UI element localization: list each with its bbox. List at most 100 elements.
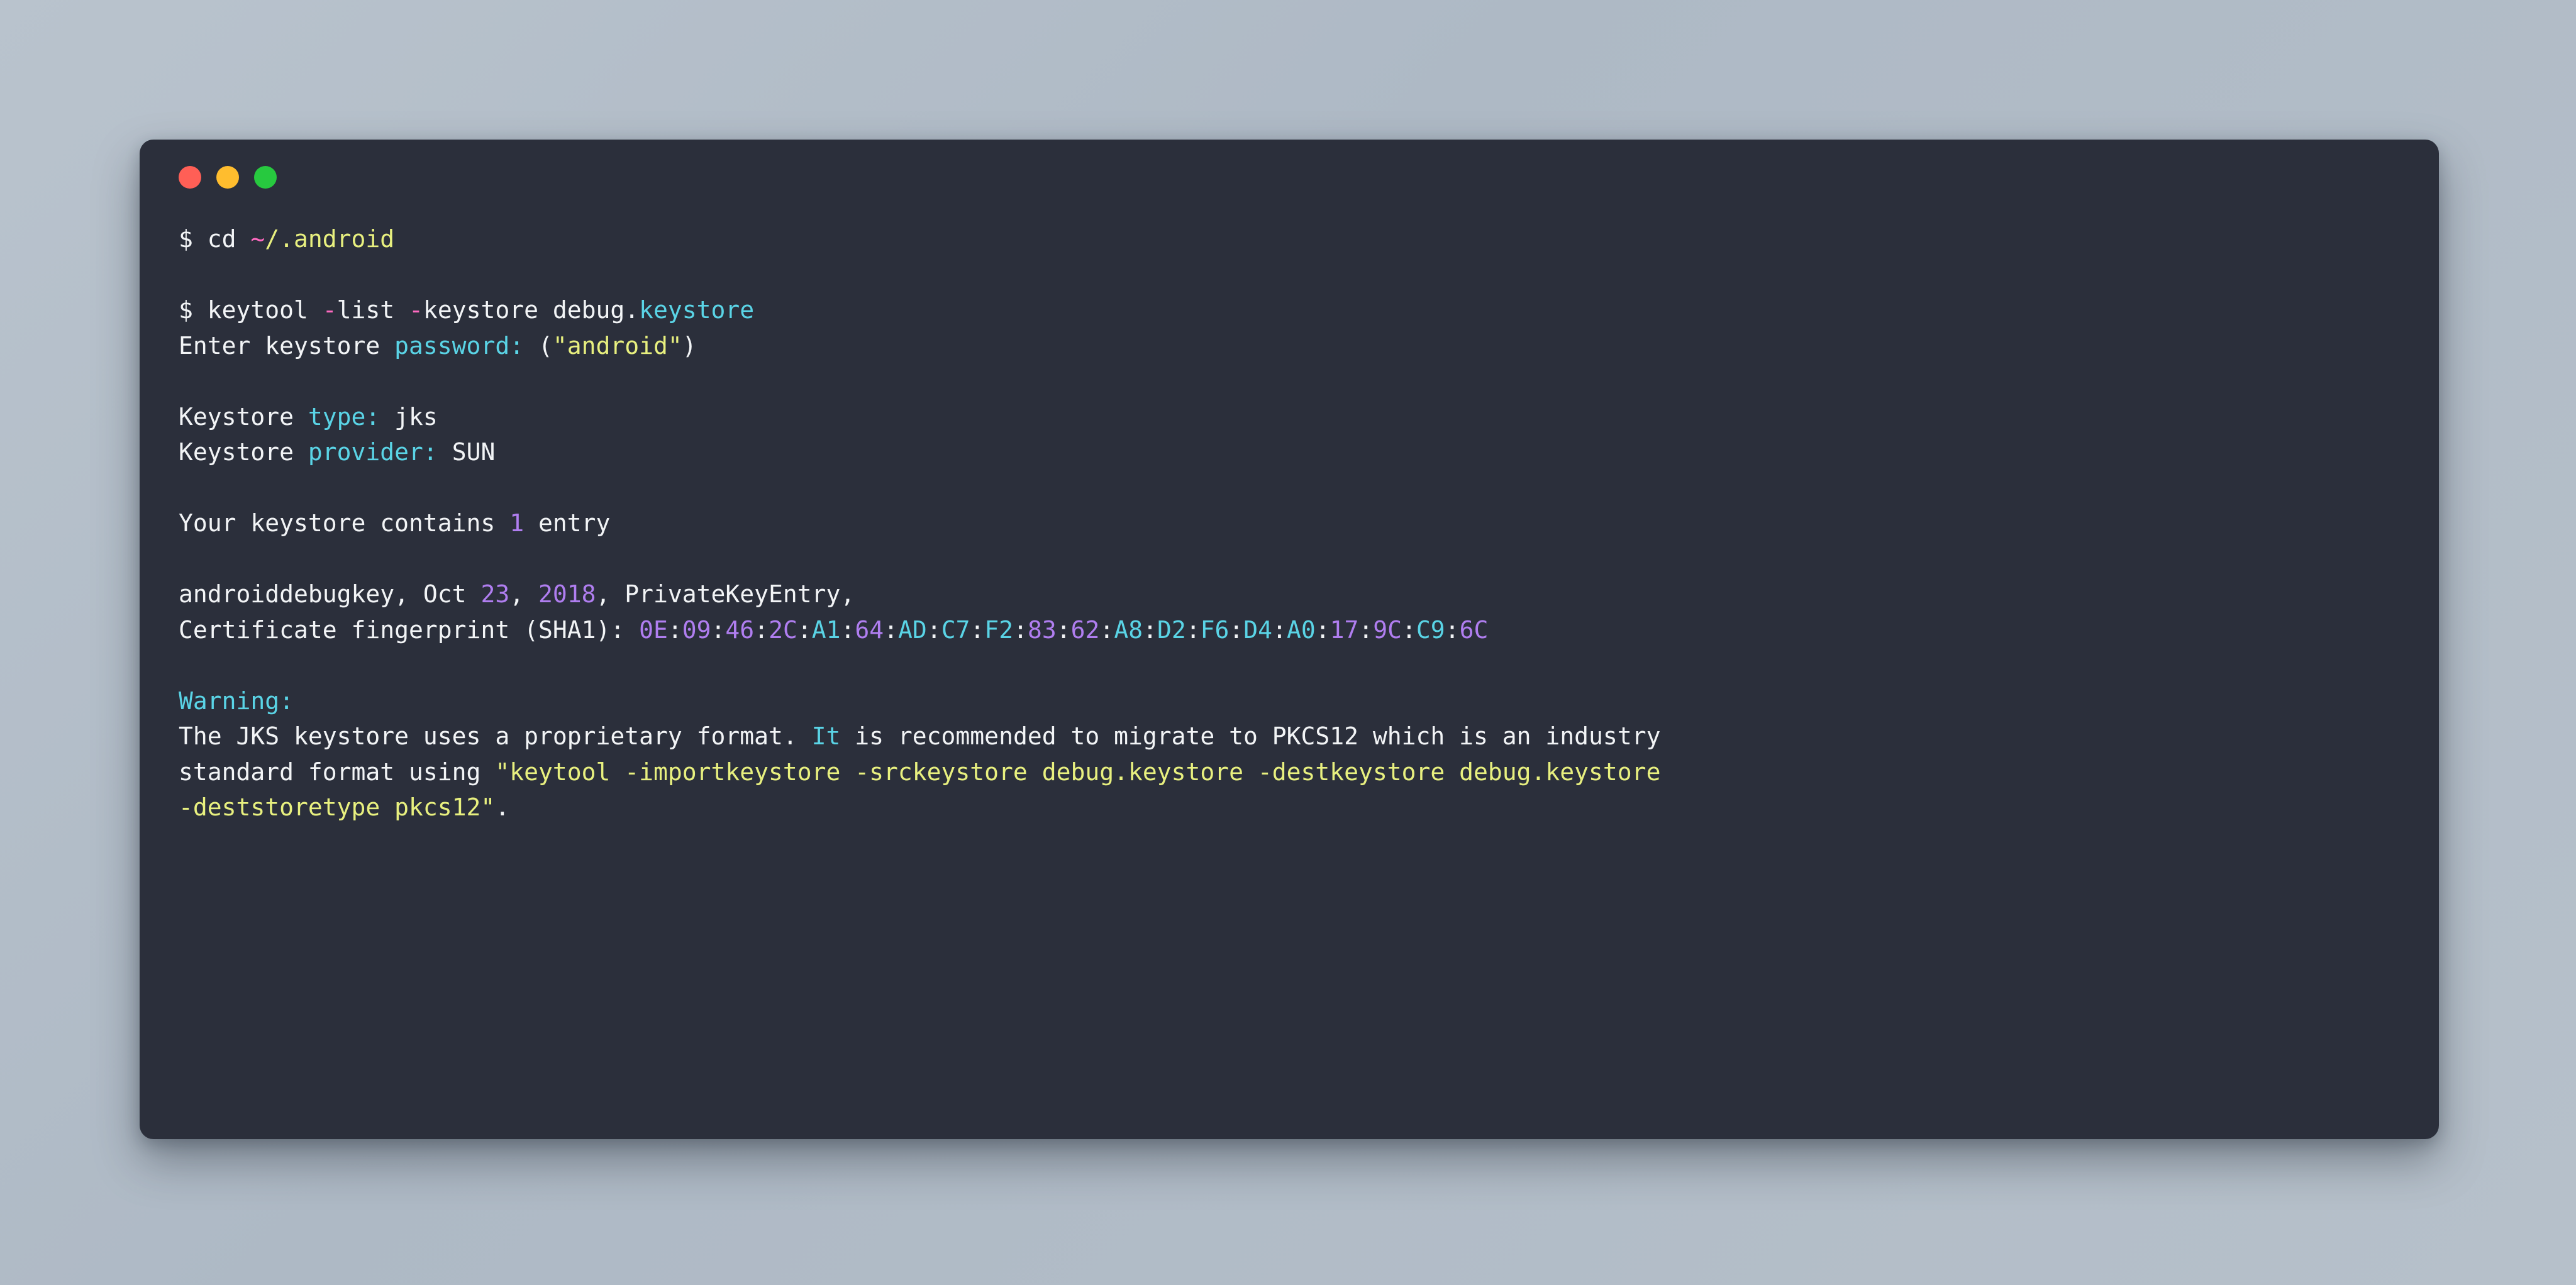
line-alias-entry-token-3: 2018 bbox=[538, 580, 596, 608]
line-certificate-fingerprint-token-30: : bbox=[1272, 615, 1287, 644]
line-enter-password-token-1: password: bbox=[394, 331, 525, 360]
line-keytool-command-token-3: - bbox=[409, 296, 423, 324]
line-certificate-fingerprint-token-15: C7 bbox=[941, 615, 970, 644]
line-entry-count-token-1: 1 bbox=[509, 509, 525, 537]
line-blank-4 bbox=[179, 541, 2406, 577]
line-certificate-fingerprint-token-21: 62 bbox=[1070, 615, 1100, 644]
line-certificate-fingerprint-token-28: : bbox=[1229, 615, 1244, 644]
line-keystore-type-token-2: jks bbox=[380, 402, 438, 431]
line-certificate-fingerprint-token-26: : bbox=[1185, 615, 1201, 644]
line-certificate-fingerprint-token-25: D2 bbox=[1157, 615, 1186, 644]
minimize-button[interactable] bbox=[216, 166, 239, 189]
line-keytool-command-token-4: keystore debug. bbox=[423, 296, 640, 324]
line-enter-password: Enter keystore password: ("android") bbox=[179, 328, 2406, 364]
line-blank-2 bbox=[179, 363, 2406, 399]
line-alias-entry-token-2: , bbox=[509, 580, 538, 608]
line-warning-body-3: -deststoretype pkcs12". bbox=[179, 790, 2406, 825]
line-alias-entry: androiddebugkey, Oct 23, 2018, PrivateKe… bbox=[179, 576, 2406, 612]
line-certificate-fingerprint-token-0: Certificate fingerprint (SHA1): bbox=[179, 615, 640, 644]
line-certificate-fingerprint-token-17: F2 bbox=[984, 615, 1014, 644]
line-certificate-fingerprint-token-16: : bbox=[970, 615, 985, 644]
line-cd-command-token-0: $ cd bbox=[179, 225, 251, 253]
line-certificate-fingerprint-token-3: 09 bbox=[682, 615, 711, 644]
line-keystore-provider: Keystore provider: SUN bbox=[179, 434, 2406, 470]
line-certificate-fingerprint-token-12: : bbox=[884, 615, 899, 644]
line-enter-password-token-3: "android" bbox=[552, 331, 682, 360]
line-enter-password-token-2: ( bbox=[524, 331, 553, 360]
line-certificate-fingerprint-token-36: : bbox=[1402, 615, 1416, 644]
terminal-window[interactable]: $ cd ~/.android $ keytool -list -keystor… bbox=[140, 140, 2439, 1139]
line-certificate-fingerprint-token-2: : bbox=[667, 615, 682, 644]
line-certificate-fingerprint-token-31: A0 bbox=[1286, 615, 1316, 644]
line-certificate-fingerprint-token-14: : bbox=[926, 615, 941, 644]
maximize-button[interactable] bbox=[254, 166, 277, 189]
line-warning-body-2-token-1: "keytool -importkeystore -srckeystore de… bbox=[495, 758, 1661, 786]
line-warning-header-token-0: Warning: bbox=[179, 687, 294, 715]
line-certificate-fingerprint-token-39: 6C bbox=[1459, 615, 1489, 644]
line-certificate-fingerprint-token-4: : bbox=[711, 615, 726, 644]
line-certificate-fingerprint-token-34: : bbox=[1358, 615, 1374, 644]
desktop-background: $ cd ~/.android $ keytool -list -keystor… bbox=[0, 0, 2576, 1285]
line-warning-body-2: standard format using "keytool -importke… bbox=[179, 754, 2406, 790]
line-certificate-fingerprint-token-19: 83 bbox=[1028, 615, 1057, 644]
line-keystore-provider-token-1: provider: bbox=[308, 438, 438, 466]
line-blank-3 bbox=[179, 470, 2406, 506]
line-cd-command-token-2: /.android bbox=[265, 225, 395, 253]
line-blank-5 bbox=[179, 648, 2406, 683]
line-enter-password-token-4: ) bbox=[682, 331, 697, 360]
line-certificate-fingerprint-token-9: A1 bbox=[811, 615, 841, 644]
line-entry-count-token-0: Your keystore contains bbox=[179, 509, 510, 537]
line-certificate-fingerprint-token-5: 46 bbox=[725, 615, 755, 644]
line-certificate-fingerprint: Certificate fingerprint (SHA1): 0E:09:46… bbox=[179, 612, 2406, 648]
line-certificate-fingerprint-token-22: : bbox=[1099, 615, 1114, 644]
line-certificate-fingerprint-token-1: 0E bbox=[639, 615, 668, 644]
line-alias-entry-token-4: , PrivateKeyEntry, bbox=[596, 580, 855, 608]
line-certificate-fingerprint-token-33: 17 bbox=[1330, 615, 1359, 644]
line-keytool-command-token-2: list bbox=[336, 296, 409, 324]
line-certificate-fingerprint-token-8: : bbox=[797, 615, 812, 644]
line-enter-password-token-0: Enter keystore bbox=[179, 331, 395, 360]
line-alias-entry-token-0: androiddebugkey, Oct bbox=[179, 580, 481, 608]
line-certificate-fingerprint-token-6: : bbox=[754, 615, 769, 644]
line-certificate-fingerprint-token-29: D4 bbox=[1243, 615, 1273, 644]
close-button[interactable] bbox=[179, 166, 201, 189]
line-keystore-type: Keystore type: jks bbox=[179, 399, 2406, 435]
line-certificate-fingerprint-token-35: 9C bbox=[1373, 615, 1402, 644]
terminal-titlebar[interactable] bbox=[140, 140, 2439, 215]
terminal-output[interactable]: $ cd ~/.android $ keytool -list -keystor… bbox=[140, 215, 2439, 1139]
line-certificate-fingerprint-token-24: : bbox=[1143, 615, 1157, 644]
window-controls bbox=[179, 166, 277, 189]
line-warning-body-1-token-0: The JKS keystore uses a proprietary form… bbox=[179, 722, 812, 750]
line-keytool-command-token-1: - bbox=[322, 296, 337, 324]
line-warning-body-1-token-2: is recommended to migrate to PKCS12 whic… bbox=[840, 722, 1661, 750]
line-cd-command-token-1: ~ bbox=[250, 225, 265, 253]
line-warning-body-2-token-0: standard format using bbox=[179, 758, 496, 786]
line-keytool-command-token-0: $ keytool bbox=[179, 296, 323, 324]
line-keystore-type-token-1: type: bbox=[308, 402, 380, 431]
line-certificate-fingerprint-token-11: 64 bbox=[855, 615, 884, 644]
line-blank-1 bbox=[179, 257, 2406, 293]
line-cd-command: $ cd ~/.android bbox=[179, 221, 2406, 257]
line-certificate-fingerprint-token-37: C9 bbox=[1416, 615, 1445, 644]
line-keytool-command-token-5: keystore bbox=[639, 296, 755, 324]
line-keystore-provider-token-2: SUN bbox=[437, 438, 496, 466]
line-entry-count: Your keystore contains 1 entry bbox=[179, 505, 2406, 541]
line-keystore-provider-token-0: Keystore bbox=[179, 438, 308, 466]
line-warning-body-3-token-0: -deststoretype pkcs12" bbox=[179, 793, 496, 821]
line-warning-header: Warning: bbox=[179, 683, 2406, 719]
line-entry-count-token-2: entry bbox=[524, 509, 611, 537]
line-certificate-fingerprint-token-27: F6 bbox=[1200, 615, 1230, 644]
line-certificate-fingerprint-token-7: 2C bbox=[769, 615, 797, 644]
line-warning-body-1-token-1: It bbox=[811, 722, 841, 750]
line-certificate-fingerprint-token-13: AD bbox=[898, 615, 927, 644]
line-warning-body-3-token-1: . bbox=[495, 793, 510, 821]
line-certificate-fingerprint-token-23: A8 bbox=[1114, 615, 1143, 644]
line-certificate-fingerprint-token-38: : bbox=[1445, 615, 1460, 644]
line-keytool-command: $ keytool -list -keystore debug.keystore bbox=[179, 292, 2406, 328]
line-warning-body-1: The JKS keystore uses a proprietary form… bbox=[179, 719, 2406, 754]
line-keystore-type-token-0: Keystore bbox=[179, 402, 308, 431]
line-certificate-fingerprint-token-10: : bbox=[840, 615, 855, 644]
line-alias-entry-token-1: 23 bbox=[480, 580, 510, 608]
line-certificate-fingerprint-token-20: : bbox=[1056, 615, 1071, 644]
line-certificate-fingerprint-token-32: : bbox=[1315, 615, 1330, 644]
